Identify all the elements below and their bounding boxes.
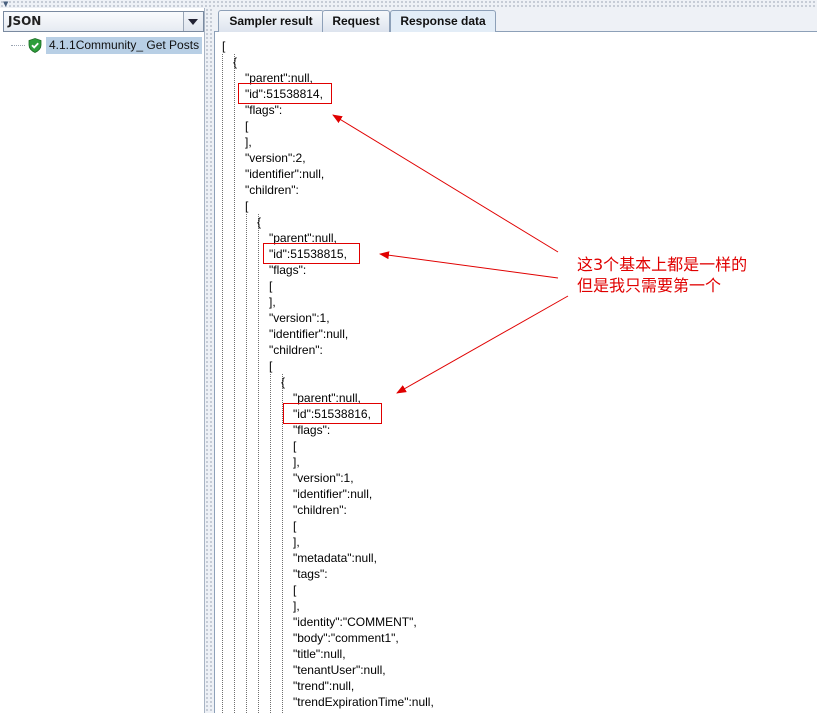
annotation-note-line-2: 但是我只需要第一个	[577, 276, 722, 295]
annotation-note-line-1: 这3个基本上都是一样的	[577, 255, 748, 274]
arrow-to-id-2	[379, 251, 559, 279]
arrow-to-id-1	[332, 114, 559, 253]
arrow-to-id-3	[396, 295, 569, 394]
annotation-arrows	[332, 114, 569, 394]
